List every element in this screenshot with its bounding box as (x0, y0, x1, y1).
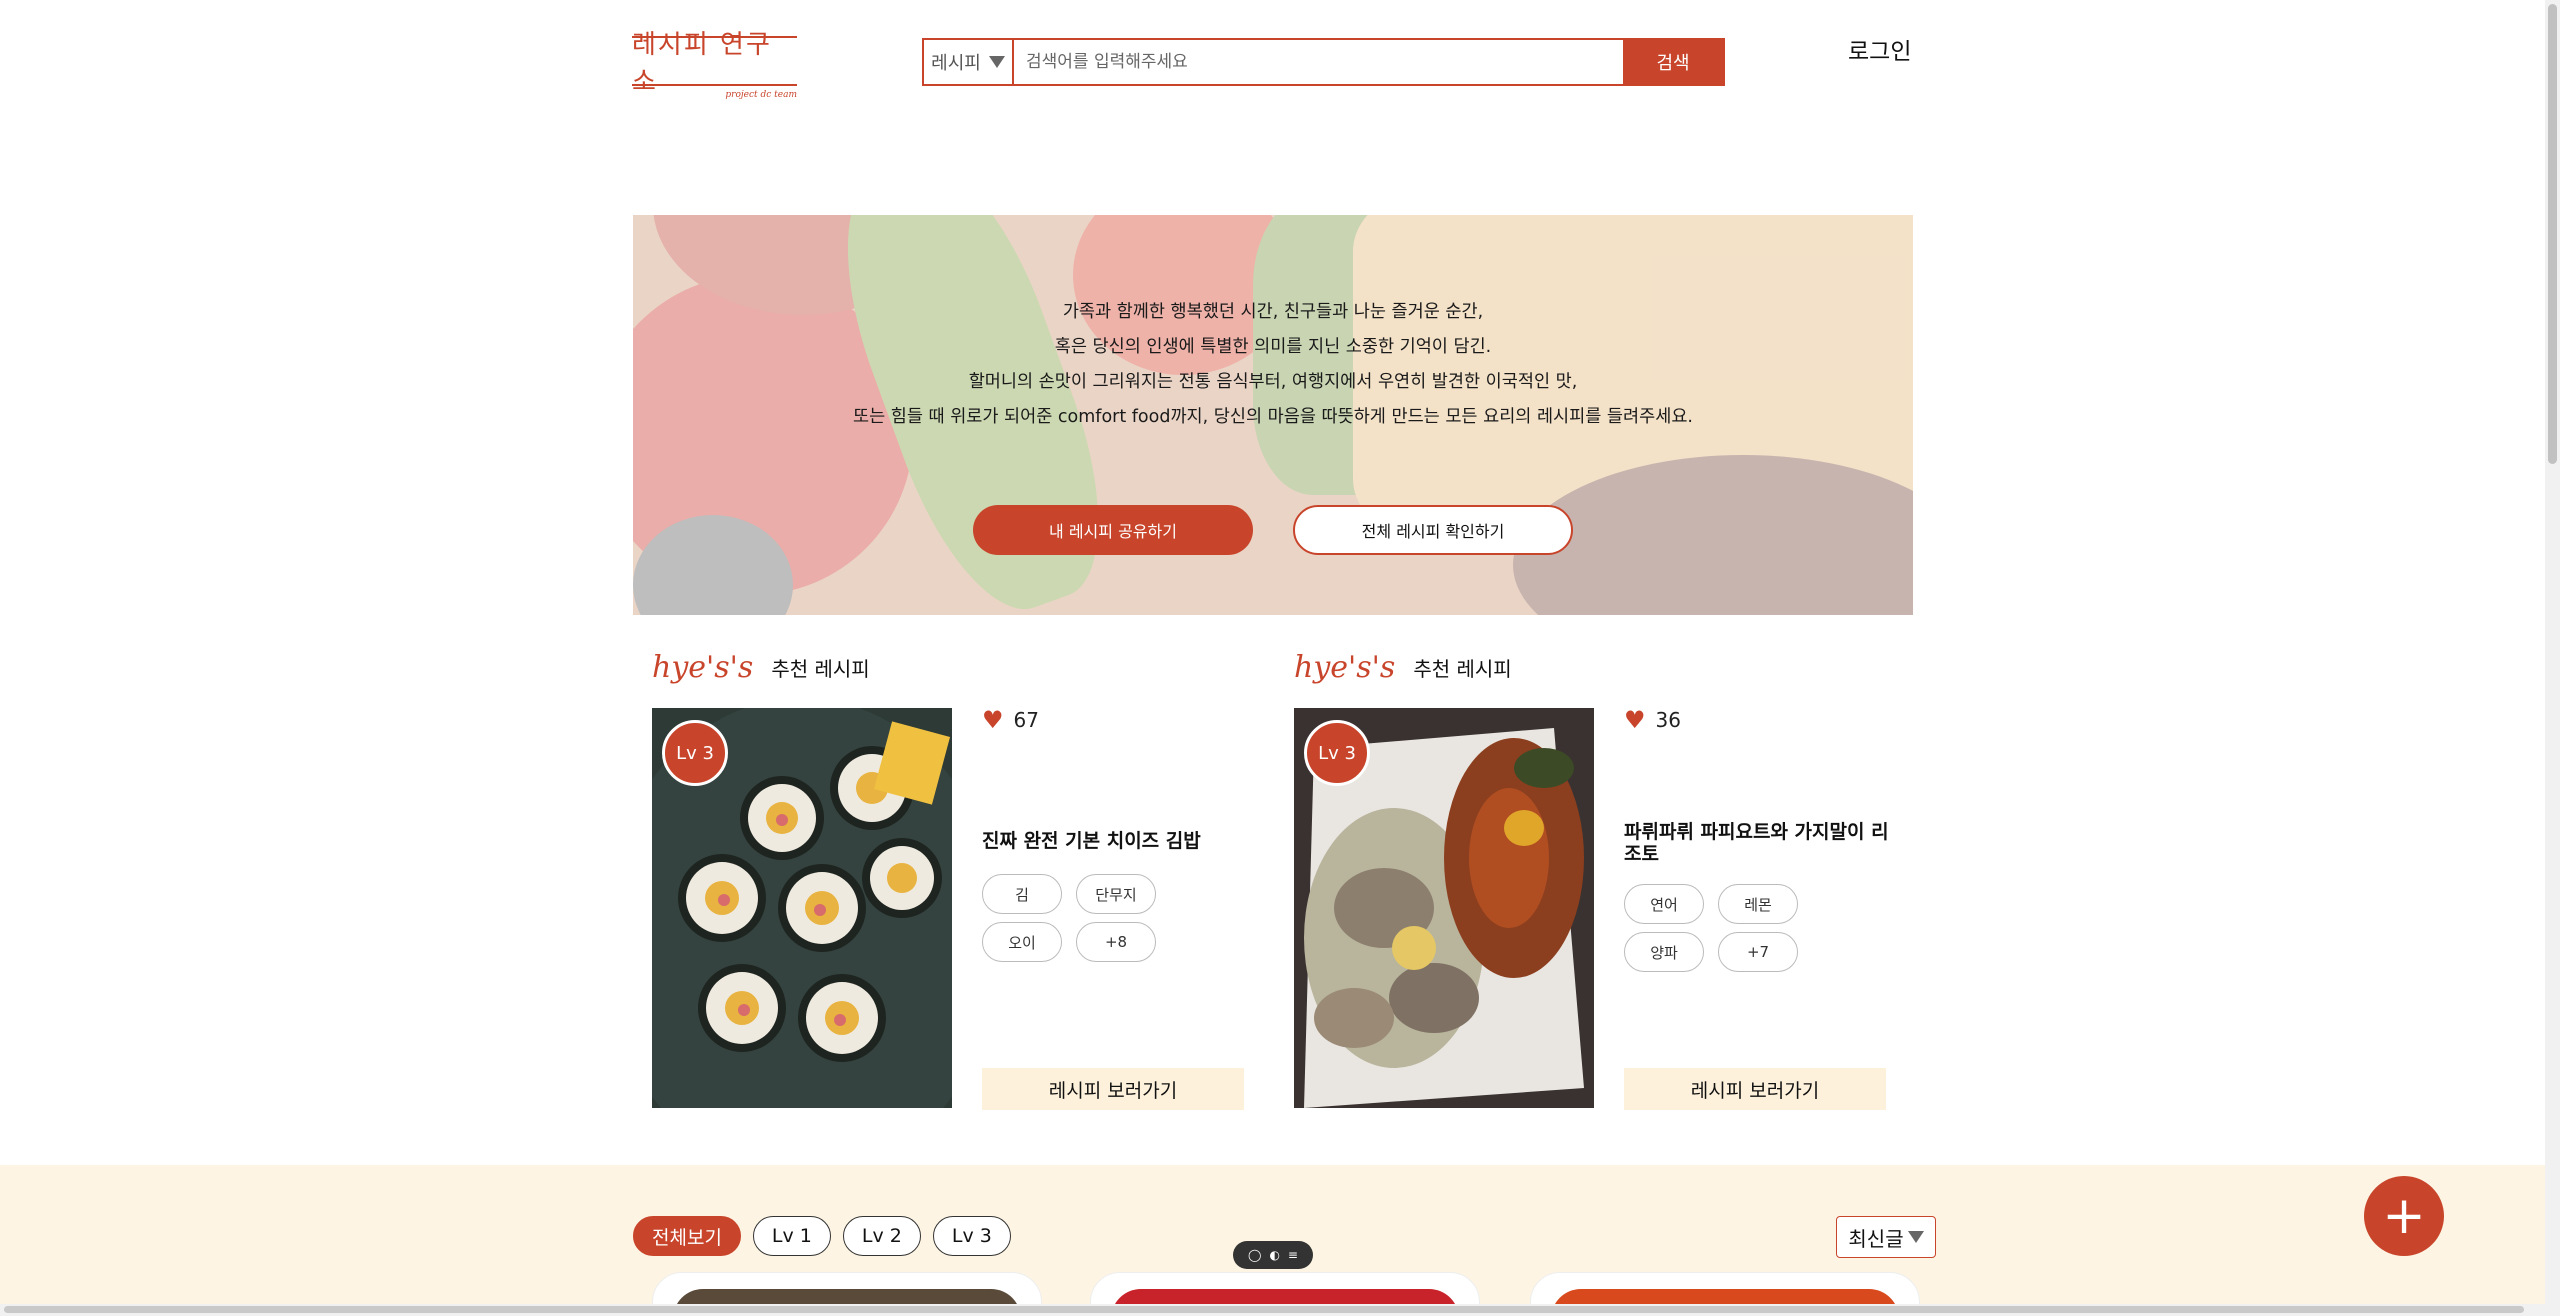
recipe-title: 진짜 완전 기본 치이즈 김밥 (982, 830, 1201, 852)
brand-logo: hye's's (1294, 650, 1396, 685)
ingredient-tag-more[interactable]: +8 (1076, 922, 1156, 962)
level-badge: Lv 3 (1304, 720, 1370, 786)
ingredient-tag[interactable]: 연어 (1624, 884, 1704, 924)
search-button[interactable]: 검색 (1623, 40, 1723, 84)
filter-lv3[interactable]: Lv 3 (932, 1216, 1011, 1256)
ingredient-tag[interactable]: 오이 (982, 922, 1062, 962)
search-category-label: 레시피 (931, 53, 981, 74)
site-logo[interactable]: 레시피 연구소 project dc team (632, 30, 797, 104)
logo-subtext: project dc team (725, 90, 797, 100)
share-recipe-button[interactable]: 내 레시피 공유하기 (973, 505, 1253, 555)
recipe-title: 파뤼파뤼 파피요트와 가지말이 리조토 (1624, 821, 1889, 865)
filter-lv2[interactable]: Lv 2 (842, 1216, 921, 1256)
hero-banner: 가족과 함께한 행복했던 시간, 친구들과 나눈 즐거운 순간, 혹은 당신의 … (633, 215, 1913, 615)
level-filter-tabs: 전체보기 Lv 1 Lv 2 Lv 3 (633, 1216, 1011, 1256)
floating-toolbar[interactable]: ◯ ◐ ≡ (1233, 1241, 1313, 1269)
ingredient-tags: 연어 레몬 양파 +7 (1624, 884, 1824, 972)
recipe-image[interactable]: Lv 3 (652, 708, 952, 1108)
heart-icon: ♥ (982, 706, 1004, 734)
recommended-header: hye's's 추천 레시피 (652, 650, 1292, 685)
like-count-value: 67 (1013, 708, 1039, 732)
ingredient-tag[interactable]: 레몬 (1718, 884, 1798, 924)
ingredient-tag[interactable]: 양파 (1624, 932, 1704, 972)
brand-logo: hye's's (652, 650, 754, 685)
menu-icon[interactable]: ≡ (1288, 1248, 1298, 1262)
login-link[interactable]: 로그인 (1848, 32, 1911, 66)
search-bar: 레시피 검색 (922, 38, 1725, 86)
recommended-header: hye's's 추천 레시피 (1294, 650, 1934, 685)
filter-lv1[interactable]: Lv 1 (752, 1216, 831, 1256)
like-count-value: 36 (1655, 708, 1681, 732)
level-badge: Lv 3 (662, 720, 728, 786)
heart-icon: ♥ (1624, 706, 1646, 734)
recommended-recipe-card: hye's's 추천 레시피 Lv 3 ♥ 36 파뤼파뤼 파피요트와 가지말이… (1294, 650, 1934, 1120)
comment-icon[interactable]: ◯ (1248, 1248, 1261, 1262)
toggle-icon[interactable]: ◐ (1269, 1248, 1279, 1262)
like-count[interactable]: ♥ 67 (982, 708, 1039, 732)
ingredient-tag[interactable]: 김 (982, 874, 1062, 914)
section-title: 추천 레시피 (1413, 657, 1512, 681)
chevron-down-icon (988, 56, 1005, 68)
recipe-image[interactable]: Lv 3 (1294, 708, 1594, 1108)
search-input[interactable] (1014, 40, 1623, 84)
like-count[interactable]: ♥ 36 (1624, 708, 1681, 732)
ingredient-tag[interactable]: 단무지 (1076, 874, 1156, 914)
hero-description: 가족과 함께한 행복했던 시간, 친구들과 나눈 즐거운 순간, 혹은 당신의 … (853, 302, 1693, 427)
recommended-recipe-card: hye's's 추천 레시피 Lv 3 ♥ 67 진짜 완전 기본 치이즈 김밥… (652, 650, 1292, 1120)
plus-icon: + (2382, 1186, 2426, 1246)
logo-text: 레시피 연구소 (632, 30, 797, 97)
all-recipes-button[interactable]: 전체 레시피 확인하기 (1293, 505, 1573, 555)
view-recipe-button[interactable]: 레시피 보러가기 (1624, 1068, 1886, 1110)
vertical-scroll-thumb[interactable] (2548, 4, 2557, 464)
add-recipe-button[interactable]: + (2364, 1176, 2444, 1256)
sort-select[interactable]: 최신글 (1836, 1216, 1936, 1258)
horizontal-scroll-thumb[interactable] (4, 1306, 2524, 1313)
search-category-select[interactable]: 레시피 (924, 40, 1014, 84)
ingredient-tags: 김 단무지 오이 +8 (982, 874, 1182, 962)
sort-label: 최신글 (1848, 1226, 1904, 1251)
section-title: 추천 레시피 (771, 657, 870, 681)
filter-all[interactable]: 전체보기 (633, 1216, 741, 1256)
ingredient-tag-more[interactable]: +7 (1718, 932, 1798, 972)
page: { "header": { "logo_text": "레시피 연구소", "l… (0, 0, 2560, 1316)
view-recipe-button[interactable]: 레시피 보러가기 (982, 1068, 1244, 1110)
chevron-down-icon (1907, 1231, 1924, 1243)
